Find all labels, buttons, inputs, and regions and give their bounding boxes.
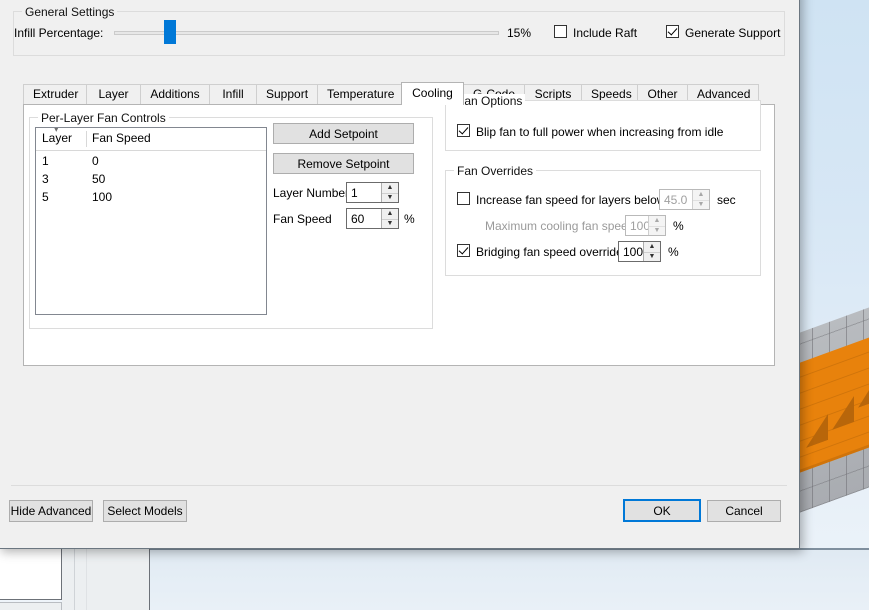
per-layer-fan-controls-legend: Per-Layer Fan Controls — [38, 111, 169, 125]
spinner-down-icon[interactable]: ▼ — [382, 193, 398, 203]
remove-setpoint-button[interactable]: Remove Setpoint — [273, 153, 414, 174]
cell-layer: 1 — [42, 154, 49, 168]
spinner-down-icon: ▼ — [697, 200, 705, 208]
spinner-down-icon[interactable]: ▼ — [644, 252, 660, 262]
layer-number-spinner-buttons[interactable]: ▲ ▼ — [381, 183, 398, 202]
hide-advanced-button[interactable]: Hide Advanced — [9, 500, 93, 522]
general-settings-legend: General Settings — [22, 5, 118, 19]
increase-fan-speed-threshold-value: 45.0 — [664, 193, 688, 207]
column-divider — [86, 131, 87, 147]
blip-fan-checkbox[interactable] — [457, 124, 470, 137]
fan-setpoints-table[interactable]: ▾ Layer Fan Speed 1 0 3 50 5 100 — [35, 127, 267, 315]
screen: General Settings Infill Percentage: 15% … — [0, 0, 869, 610]
tab-extruder[interactable]: Extruder — [23, 84, 87, 104]
include-raft-checkbox[interactable] — [554, 25, 567, 38]
tab-cooling[interactable]: Cooling — [401, 82, 464, 105]
maximum-cooling-fan-speed-label: Maximum cooling fan speed — [485, 219, 635, 233]
settings-dialog: General Settings Infill Percentage: 15% … — [0, 0, 800, 549]
spinner-down-icon[interactable]: ▼ — [382, 219, 398, 229]
layer-number-value: 1 — [351, 186, 358, 200]
spinner-down-icon: ▼ — [653, 226, 661, 234]
column-header-layer[interactable]: Layer — [42, 131, 72, 145]
increase-fan-speed-unit: sec — [717, 193, 736, 207]
tab-infill[interactable]: Infill — [209, 84, 257, 104]
select-models-button[interactable]: Select Models — [103, 500, 187, 522]
tab-layer[interactable]: Layer — [86, 84, 141, 104]
fan-speed-spinner-buttons[interactable]: ▲ ▼ — [381, 209, 398, 228]
tab-temperature[interactable]: Temperature — [317, 84, 402, 104]
bridging-fan-speed-checkbox[interactable] — [457, 244, 470, 257]
background-panel-toolbar — [62, 548, 150, 610]
bridging-fan-speed-unit: % — [668, 245, 679, 259]
tab-additions[interactable]: Additions — [140, 84, 210, 104]
increase-fan-speed-checkbox[interactable] — [457, 192, 470, 205]
fan-speed-label: Fan Speed — [273, 212, 332, 226]
cell-fan-speed: 0 — [92, 154, 99, 168]
increase-fan-speed-label: Increase fan speed for layers below — [476, 193, 666, 207]
cell-fan-speed: 50 — [92, 172, 106, 186]
increase-fan-speed-threshold-spinner: 45.0 ▲ ▼ — [659, 189, 710, 210]
bridging-fan-speed-label: Bridging fan speed override — [476, 245, 623, 259]
fan-speed-spinner[interactable]: 60 ▲ ▼ — [346, 208, 399, 229]
spinner-buttons: ▲ ▼ — [648, 216, 665, 235]
table-row[interactable]: 1 0 — [36, 153, 266, 171]
layer-number-label: Layer Number — [273, 186, 350, 200]
generate-support-checkbox[interactable] — [666, 25, 679, 38]
background-panel-white — [0, 548, 62, 600]
include-raft-label: Include Raft — [573, 26, 638, 40]
fan-options-legend: Fan Options — [454, 94, 526, 108]
background-panel-divider — [149, 548, 150, 610]
layer-number-spinner[interactable]: 1 ▲ ▼ — [346, 182, 399, 203]
bridging-fan-speed-value: 100 — [623, 245, 644, 259]
cell-layer: 5 — [42, 190, 49, 204]
ok-button[interactable]: OK — [623, 499, 701, 522]
maximum-cooling-fan-speed-unit: % — [673, 219, 684, 233]
bridging-fan-speed-spinner[interactable]: 100 ▲ ▼ — [618, 241, 661, 262]
fan-overrides-legend: Fan Overrides — [454, 164, 537, 178]
table-row[interactable]: 3 50 — [36, 171, 266, 189]
cell-fan-speed: 100 — [92, 190, 113, 204]
maximum-cooling-fan-speed-spinner: 100 ▲ ▼ — [625, 215, 666, 236]
spinner-buttons[interactable]: ▲ ▼ — [643, 242, 660, 261]
background-panel-strip — [0, 602, 62, 610]
column-header-fan-speed[interactable]: Fan Speed — [92, 131, 151, 145]
infill-percentage-slider-thumb[interactable] — [164, 20, 176, 44]
fan-speed-value: 60 — [351, 212, 365, 226]
infill-percentage-value: 15% — [507, 26, 532, 40]
background-canvas — [150, 548, 869, 610]
tab-support[interactable]: Support — [256, 84, 318, 104]
fan-speed-unit: % — [404, 212, 415, 226]
top-group-stubs — [11, 0, 787, 3]
add-setpoint-button[interactable]: Add Setpoint — [273, 123, 414, 144]
fan-setpoints-table-header: ▾ Layer Fan Speed — [36, 128, 266, 151]
footer-divider — [11, 485, 787, 486]
cancel-button[interactable]: Cancel — [707, 500, 781, 522]
generate-support-label: Generate Support — [685, 26, 781, 40]
cell-layer: 3 — [42, 172, 49, 186]
infill-percentage-label: Infill Percentage: — [14, 26, 104, 40]
table-row[interactable]: 5 100 — [36, 189, 266, 207]
blip-fan-label: Blip fan to full power when increasing f… — [476, 125, 724, 139]
spinner-buttons: ▲ ▼ — [692, 190, 709, 209]
